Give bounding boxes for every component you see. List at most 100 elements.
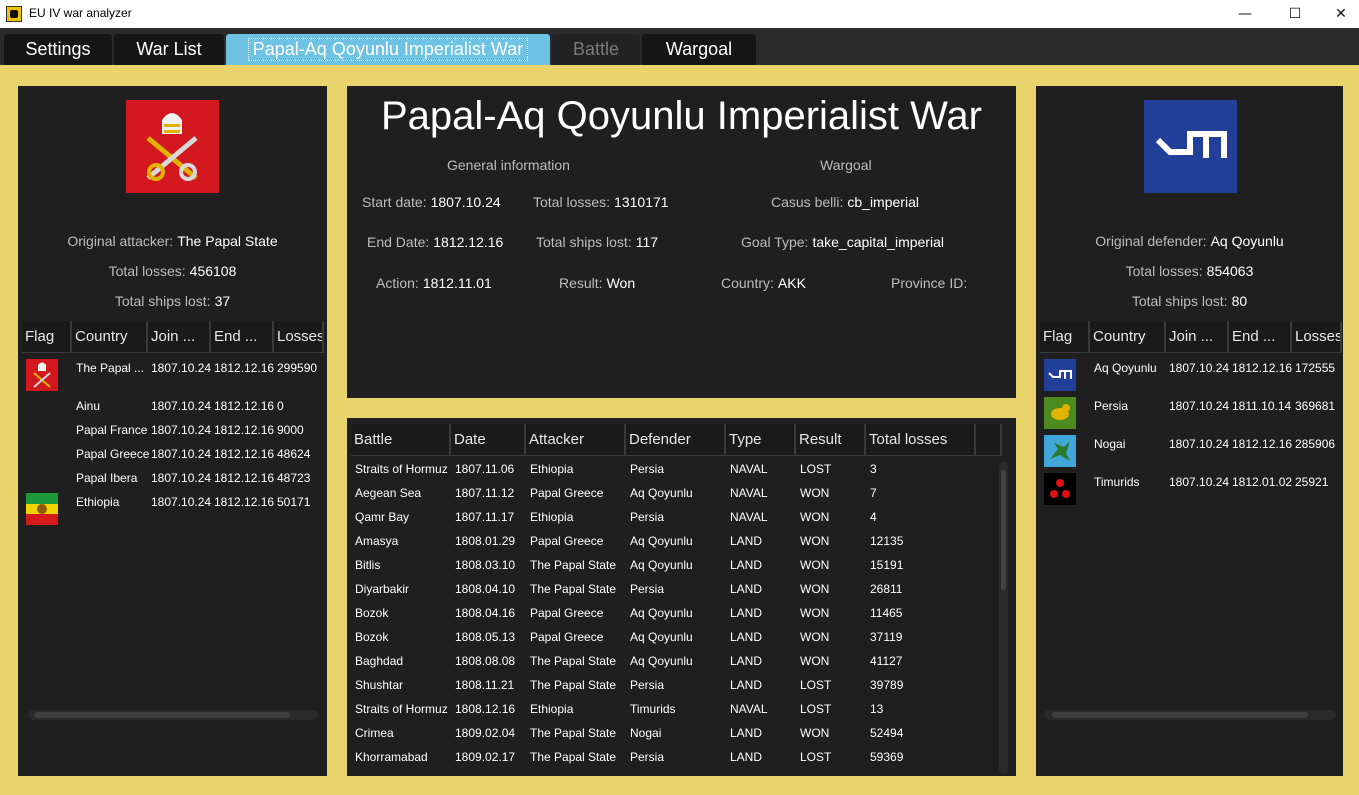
tab-settings-label: Settings [25,39,91,59]
battle-defender: Aq Qoyunlu [630,654,693,668]
row-end: 1812.12.16 [214,495,275,509]
battle-result: WON [800,558,830,572]
battle-date: 1808.12.16 [455,702,516,716]
battle-type: NAVAL [730,510,768,524]
row-join: 1807.10.24 [151,447,212,461]
battle-name: Khorramabad [355,750,428,764]
row-end: 1812.12.16 [214,447,275,461]
battle-attacker: The Papal State [530,558,617,572]
action-date-label: Action: [376,275,419,291]
papal-keys-icon-small [33,362,51,388]
col-losses[interactable]: Losses [274,321,324,353]
battle-result: LOST [800,750,832,764]
col-attacker[interactable]: Attacker [526,424,626,456]
battle-type: LAND [730,534,763,548]
casus-belli: Casus belli: cb_imperial [771,194,919,210]
col-spacer [976,424,1002,456]
col-total-losses[interactable]: Total losses [866,424,976,456]
battle-name: Diyarbakir [355,582,410,596]
action-date-value: 1812.11.01 [422,275,492,291]
battle-type: NAVAL [730,702,768,716]
battle-name: Straits of Hormuz [355,702,448,716]
row-join: 1807.10.24 [151,471,212,485]
row-end: 1812.12.16 [214,399,275,413]
battle-defender: Persia [630,750,665,764]
battles-scrollbar[interactable] [999,462,1008,774]
tab-battle[interactable]: Battle [552,34,640,65]
battle-date: 1807.11.06 [455,462,515,476]
timurids-three-circles-icon [1050,479,1070,498]
start-date-value: 1807.10.24 [430,194,501,210]
tab-wargoal[interactable]: Wargoal [642,34,756,65]
col-flag[interactable]: Flag [22,321,72,353]
col-end[interactable]: End ... [211,321,274,353]
col-join[interactable]: Join ... [1166,321,1229,353]
battle-type: LAND [730,726,763,740]
tab-war-detail[interactable]: Papal-Aq Qoyunlu Imperialist War [226,34,550,65]
col-losses[interactable]: Losses [1292,321,1342,353]
battle-result: WON [800,726,830,740]
battle-attacker: Ethiopia [530,510,574,524]
row-join: 1807.10.24 [151,361,212,375]
col-join[interactable]: Join ... [148,321,211,353]
col-date[interactable]: Date [451,424,526,456]
battle-attacker: Papal Greece [530,534,604,548]
casus-belli-value: cb_imperial [847,194,919,210]
battle-date: 1807.11.17 [455,510,515,524]
close-button[interactable]: ✕ [1318,0,1359,28]
row-join: 1807.10.24 [1169,399,1230,413]
papal-state-flag [126,100,219,193]
col-battle[interactable]: Battle [351,424,451,456]
target-country: Country: AKK [721,275,806,291]
defender-table-scrollbar[interactable] [1044,710,1336,720]
war-result: Result: Won [559,275,635,291]
scrollbar-thumb[interactable] [1001,470,1006,590]
goal-type: Goal Type: take_capital_imperial [741,234,944,250]
battle-date: 1808.08.08 [455,654,516,668]
row-join: 1807.10.24 [1169,475,1230,489]
scrollbar-thumb[interactable] [34,712,290,718]
maximize-button[interactable]: ☐ [1272,0,1318,28]
battle-date: 1808.11.21 [455,678,515,692]
battle-date: 1808.04.10 [455,582,516,596]
battle-type: LAND [730,750,763,764]
row-join: 1807.10.24 [151,423,212,437]
row-join: 1807.10.24 [1169,361,1230,375]
tab-war-list[interactable]: War List [114,34,224,65]
row-losses: 369681 [1295,399,1336,413]
tab-settings[interactable]: Settings [4,34,112,65]
battle-type: NAVAL [730,486,768,500]
total-losses-value: 1310171 [614,194,669,210]
col-result[interactable]: Result [796,424,866,456]
col-country[interactable]: Country [1090,321,1166,353]
aq-qoyunlu-emblem-icon [1155,131,1227,158]
battle-name: Bitlis [355,558,381,572]
total-ships: Total ships lost: 117 [536,234,658,250]
col-end[interactable]: End ... [1229,321,1292,353]
row-country: Papal Ibera [76,471,138,485]
persia-flag [1044,397,1076,429]
defender-losses-value: 854063 [1206,263,1254,279]
target-country-value: AKK [777,275,806,291]
battle-attacker: Papal Greece [530,630,604,644]
col-defender[interactable]: Defender [626,424,726,456]
defender-ships-label: Total ships lost: [1131,293,1228,309]
casus-belli-label: Casus belli: [771,194,844,210]
row-join: 1807.10.24 [151,495,212,509]
war-result-label: Result: [559,275,603,291]
scrollbar-thumb[interactable] [1052,712,1308,718]
original-attacker: Original attacker: The Papal State [18,233,327,249]
minimize-button[interactable]: — [1222,0,1268,28]
col-flag[interactable]: Flag [1040,321,1090,353]
attacker-losses-value: 456108 [189,263,237,279]
battle-type: LAND [730,606,763,620]
col-country[interactable]: Country [72,321,148,353]
col-type[interactable]: Type [726,424,796,456]
end-date-value: 1812.12.16 [433,234,504,250]
battle-losses: 26811 [870,582,903,596]
battle-type: NAVAL [730,462,768,476]
attacker-table-scrollbar[interactable] [28,710,318,720]
goal-type-label: Goal Type: [741,234,809,250]
battle-defender: Persia [630,582,665,596]
row-end: 1812.12.16 [1232,361,1293,375]
